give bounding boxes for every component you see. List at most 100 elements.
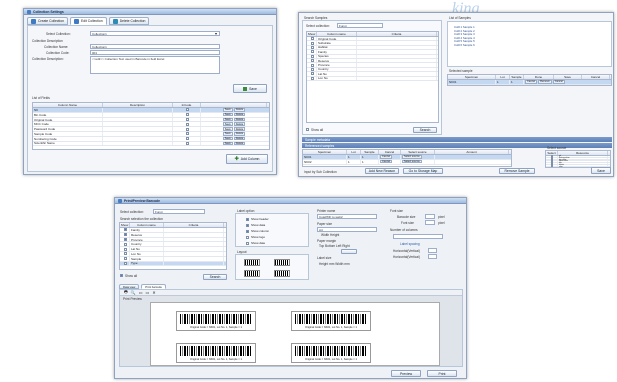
show-all-checkbox[interactable] — [120, 274, 123, 277]
column-header[interactable]: Lot — [496, 75, 510, 79]
close-icon[interactable]: ✕ — [152, 290, 155, 295]
option-checkbox[interactable] — [246, 235, 249, 239]
row-delete-button[interactable]: Delete — [233, 108, 246, 112]
show-checkbox[interactable] — [123, 237, 127, 241]
column-header[interactable]: Select source — [401, 150, 435, 154]
column-header[interactable]: Sample — [361, 150, 379, 154]
incode-checkbox[interactable] — [185, 137, 189, 141]
incode-checkbox[interactable] — [185, 122, 189, 126]
row-save-button[interactable]: Save — [222, 117, 233, 122]
column-header[interactable]: InCode — [173, 103, 201, 107]
print-icon[interactable]: 🖶 — [124, 289, 128, 296]
column-header[interactable]: Show — [120, 223, 130, 227]
table-row[interactable]: Lon No — [307, 76, 438, 81]
show-checkbox[interactable] — [123, 252, 127, 256]
column-header[interactable]: Show — [307, 32, 317, 36]
zoom-icon[interactable]: 🔍 — [131, 290, 136, 295]
incode-checkbox[interactable] — [185, 117, 189, 121]
criteria-cell[interactable] — [357, 41, 437, 45]
row-delete-button[interactable]: Delete — [233, 136, 246, 141]
paper-margin-button[interactable] — [341, 249, 357, 254]
select-collection-dropdown[interactable]: Collection1 — [90, 31, 220, 36]
show-checkbox[interactable] — [123, 242, 127, 246]
row-delete-button[interactable]: Delete — [233, 132, 246, 136]
criteria-cell[interactable] — [357, 67, 437, 72]
criteria-cell[interactable] — [357, 63, 437, 67]
printer-name-dropdown[interactable]: CutePDF to web2 — [317, 214, 377, 219]
table-cell[interactable] — [103, 112, 173, 117]
column-header[interactable]: Criteria — [357, 32, 437, 36]
column-header[interactable]: Description — [103, 103, 173, 107]
show-all-checkbox[interactable] — [306, 128, 309, 131]
criteria-cell[interactable] — [164, 242, 224, 247]
row-save-button[interactable]: Save — [222, 141, 233, 146]
column-header[interactable]: Column name — [130, 223, 164, 227]
column-header[interactable]: Column name — [317, 32, 357, 36]
print-button[interactable]: Print — [427, 370, 457, 377]
select-source-button[interactable]: Select source — [402, 159, 422, 164]
show-checkbox[interactable] — [310, 41, 314, 45]
page-icon[interactable]: ▭ — [146, 290, 150, 295]
page-icon[interactable]: ▭ — [139, 290, 143, 295]
search-button[interactable]: Search — [203, 274, 227, 280]
column-header[interactable]: Done — [524, 75, 554, 79]
criteria-cell[interactable] — [164, 261, 224, 266]
layout-option-4[interactable] — [274, 270, 290, 277]
column-header[interactable]: Save — [554, 75, 582, 79]
show-checkbox[interactable] — [310, 63, 314, 67]
column-header[interactable]: Criteria — [164, 223, 224, 227]
option-checkbox[interactable] — [246, 229, 249, 233]
search-button[interactable]: Search — [413, 127, 437, 133]
row-save-button[interactable]: Save — [222, 127, 233, 131]
criteria-cell[interactable] — [164, 247, 224, 251]
label-option[interactable]: Show date — [246, 240, 308, 246]
add-column-button[interactable]: ✚ Add Column — [226, 154, 268, 164]
tab-delete-collection[interactable]: Delete Collection — [108, 17, 150, 25]
criteria-cell[interactable] — [357, 58, 437, 63]
row-delete-button[interactable]: Delete — [233, 122, 246, 127]
criteria-cell[interactable] — [357, 72, 437, 76]
criteria-cell[interactable] — [164, 251, 224, 256]
criteria-cell[interactable] — [357, 45, 437, 50]
table-cell[interactable] — [103, 108, 173, 112]
option-checkbox[interactable] — [246, 241, 249, 245]
column-header[interactable]: Specimen — [448, 75, 496, 79]
incode-checkbox[interactable] — [185, 108, 189, 112]
vertical-spacing-field[interactable] — [428, 254, 437, 259]
save-button[interactable]: Save — [233, 84, 267, 93]
column-header[interactable]: Cancel — [379, 150, 401, 154]
show-checkbox[interactable] — [123, 257, 127, 261]
table-cell[interactable] — [103, 141, 173, 146]
table-cell[interactable] — [103, 117, 173, 122]
font-size-field[interactable] — [425, 220, 435, 225]
table-cell[interactable] — [103, 122, 173, 127]
row-delete-button[interactable]: Delete — [233, 117, 246, 122]
tree-item[interactable]: Col# 6 Sample 6 — [454, 43, 611, 47]
show-checkbox[interactable] — [310, 37, 314, 41]
table-cell[interactable] — [103, 136, 173, 141]
row-delete-button[interactable]: Delete — [233, 112, 246, 117]
show-checkbox[interactable] — [123, 247, 127, 251]
criteria-cell[interactable] — [357, 76, 437, 80]
preview-button[interactable]: Preview — [391, 370, 421, 377]
cancel-button[interactable]: Cancel — [552, 80, 565, 84]
table-row[interactable]: Type — [120, 261, 226, 267]
row-save-button[interactable]: Save — [222, 132, 233, 136]
column-header[interactable]: Column Name — [33, 103, 103, 107]
column-header[interactable]: Lot — [347, 150, 361, 154]
sample-metadata-section[interactable]: Sample metadata — [302, 137, 612, 142]
layout-option-1[interactable] — [244, 259, 260, 266]
select-collection-dropdown[interactable]: Fungi — [153, 209, 205, 214]
layout-option-2[interactable] — [274, 259, 290, 266]
column-header[interactable]: Cancel — [582, 75, 610, 79]
row-save-button[interactable]: Save — [222, 136, 233, 141]
column-header[interactable]: Sample — [510, 75, 524, 79]
layout-option-3[interactable] — [244, 270, 260, 277]
table-cell[interactable] — [103, 127, 173, 131]
barcode-size-field[interactable] — [425, 214, 435, 219]
source-checkbox[interactable] — [551, 166, 553, 167]
show-checkbox[interactable] — [123, 261, 127, 265]
select-source-button[interactable]: Select source — [402, 155, 422, 159]
incode-checkbox[interactable] — [185, 127, 189, 131]
tab-create-collection[interactable]: Create Collection — [27, 17, 69, 25]
